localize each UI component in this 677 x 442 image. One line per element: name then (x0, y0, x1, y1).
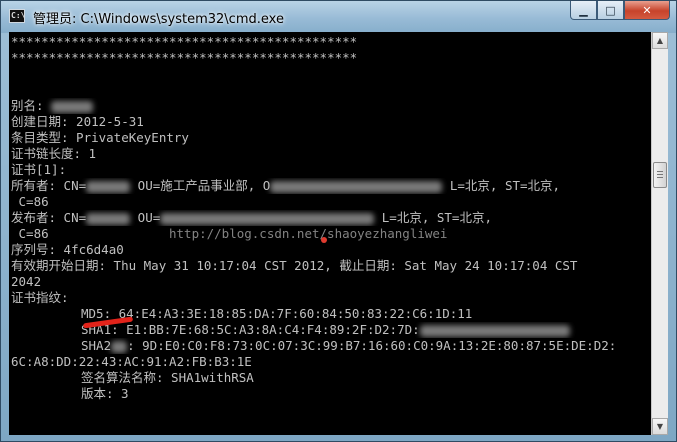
maximize-button[interactable]: □ (597, 1, 624, 20)
caption-buttons: ▁ □ ✕ (570, 1, 670, 21)
scroll-down-button[interactable]: ▼ (652, 418, 668, 435)
cmd-app-icon[interactable]: C:\ (9, 9, 25, 23)
sha1-text: SHA1: E1:BB:7E:68:5C:A3:8A:C4:F4:89:2F:D… (81, 322, 420, 337)
issuer-text-c: L=北京, ST=北京, (374, 210, 492, 225)
vertical-scrollbar[interactable]: ▲ ▼ (651, 32, 668, 435)
redacted-blur (419, 324, 570, 337)
redacted-blur (86, 180, 131, 193)
sha256-text-b: : 9D:E0:C0:F8:73:0C:07:3C:99:B7:16:60:C0… (127, 338, 617, 353)
sha256-text-a: SHA2 (81, 338, 112, 353)
console-line-sha256-cont: 6C:A8:DD:22:43:AC:91:A2:FB:B3:1E (11, 354, 252, 369)
window-title: 管理员: C:\Windows\system32\cmd.exe (33, 12, 284, 27)
console-line-issuer: 发布者: CN= OU= L=北京, ST=北京, (11, 210, 651, 226)
console-line-entry-type: 条目类型: PrivateKeyEntry (11, 130, 189, 145)
console-line-validity-cont: 2042 (11, 274, 42, 289)
grip-line (657, 171, 663, 172)
console-line-sha256: SHA2 : 9D:E0:C0:F8:73:0C:07:3C:99:B7:16:6… (11, 338, 651, 354)
console-line-validity: 有效期开始日期: Thu May 31 10:17:04 CST 2012, 截… (11, 258, 578, 273)
console-line-sig-alg: 签名算法名称: SHA1withRSA (81, 370, 254, 385)
title-bar[interactable]: C:\ 管理员: C:\Windows\system32\cmd.exe ▁ □… (1, 1, 676, 33)
console-line-created: 创建日期: 2012-5-31 (11, 114, 144, 129)
arrow-down-icon: ▼ (656, 422, 664, 431)
owner-text-a: 所有者: CN= (11, 178, 87, 193)
console-line-owner: 所有者: CN= OU=施工产品事业部, O L=北京, ST=北京, (11, 178, 651, 194)
console-blank (11, 82, 651, 98)
alias-text: 别名: (11, 98, 52, 113)
cmd-window: C:\ 管理员: C:\Windows\system32\cmd.exe ▁ □… (0, 0, 677, 442)
watermark-dot (321, 237, 327, 243)
console-line-stars-1: ****************************************… (11, 34, 358, 49)
scroll-up-button[interactable]: ▲ (652, 32, 668, 49)
arrow-up-icon: ▲ (656, 36, 664, 45)
console-line-fingerprint: 证书指纹: (11, 290, 69, 305)
scroll-thumb[interactable] (653, 162, 667, 188)
grip-line (657, 174, 663, 175)
maximize-icon: □ (605, 3, 616, 17)
redacted-blur (51, 100, 94, 113)
console-line-alias: 别名: (11, 98, 651, 114)
issuer-text-b: OU= (130, 210, 161, 225)
redacted-blur (270, 180, 443, 193)
minimize-button[interactable]: ▁ (570, 1, 597, 20)
redacted-blur (86, 212, 131, 225)
close-icon: ✕ (642, 3, 652, 17)
console-line-serial: 序列号: 4fc6d4a0 (11, 242, 124, 257)
console-line-stars-2: ****************************************… (11, 50, 358, 65)
console-line-owner-country: C=86 (11, 194, 49, 209)
console-line-cert-index: 证书[1]: (11, 162, 67, 177)
redacted-blur (111, 340, 128, 353)
console-blank (11, 66, 651, 82)
console-line-chain-length: 证书链长度: 1 (11, 146, 97, 161)
console-line-version: 版本: 3 (81, 386, 129, 401)
owner-text-b: OU=施工产品事业部, O (130, 178, 271, 193)
minimize-icon: ▁ (579, 3, 588, 17)
close-button[interactable]: ✕ (624, 1, 670, 20)
grip-line (657, 177, 663, 178)
blog-watermark: http://blog.csdn.net/shaoyezhangliwei (169, 226, 448, 241)
redacted-blur (160, 212, 375, 225)
owner-text-c: L=北京, ST=北京, (442, 178, 561, 193)
issuer-text-a: 发布者: CN= (11, 210, 87, 225)
console-output[interactable]: ****************************************… (9, 32, 651, 435)
